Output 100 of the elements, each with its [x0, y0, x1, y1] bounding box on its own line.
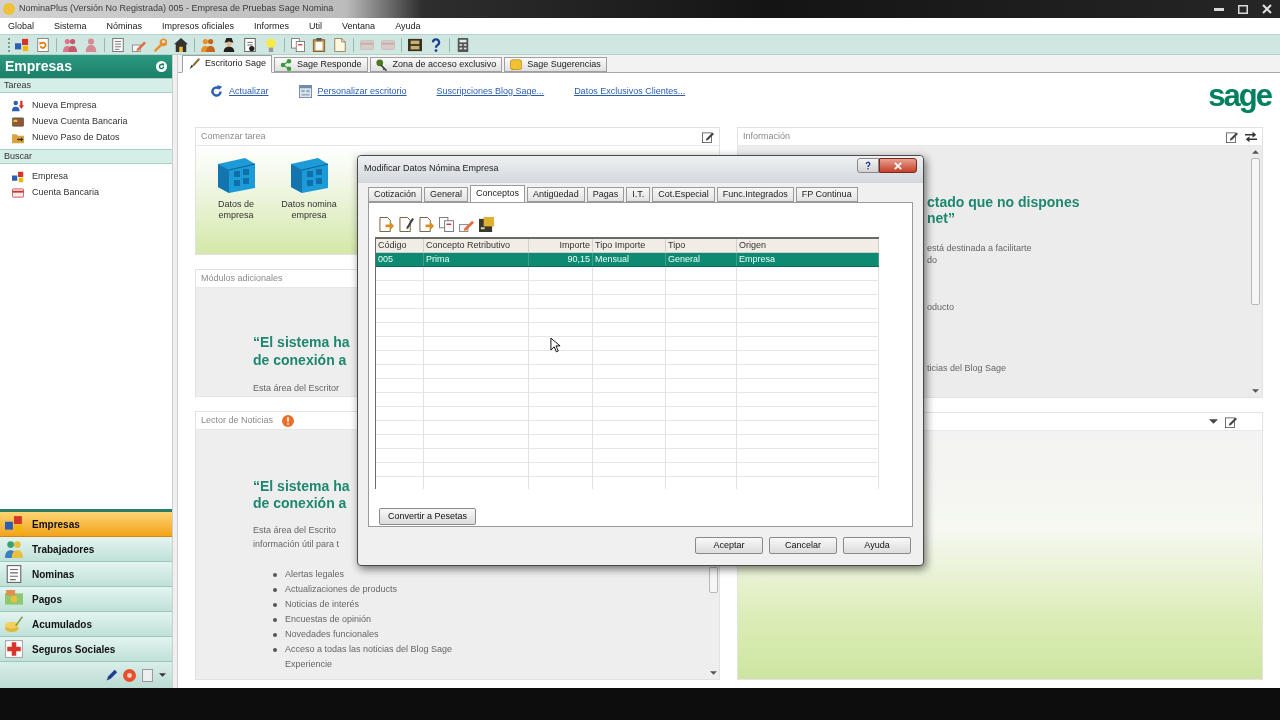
sidebar-item[interactable]: Nueva Empresa — [12, 98, 99, 114]
copy-icon[interactable] — [439, 217, 454, 232]
tab[interactable]: FP Continua — [795, 187, 858, 202]
cabinet-icon[interactable] — [479, 217, 494, 232]
scrollbar-thumb[interactable] — [708, 567, 718, 593]
bullet-icon — [273, 603, 277, 607]
nav-button[interactable]: Pagos — [0, 587, 172, 612]
tab[interactable]: Zona de acceso exclusivo — [369, 57, 503, 72]
caret-up-icon[interactable] — [1251, 150, 1259, 154]
tab[interactable]: Cot.Especial — [652, 187, 715, 202]
column-header[interactable]: Concepto Retributivo — [424, 239, 529, 252]
caret-down-icon[interactable] — [709, 671, 717, 675]
edit-icon[interactable] — [1226, 130, 1238, 143]
menu-item[interactable]: Util — [309, 20, 323, 32]
sidebar-item[interactable]: Nueva Cuenta Bancaria — [12, 114, 130, 130]
tab[interactable]: Conceptos — [470, 185, 526, 203]
pencil-icon[interactable] — [105, 668, 118, 682]
convert-button[interactable]: Convertir a Pesetas — [379, 508, 477, 526]
brush-icon — [188, 58, 200, 70]
calculator-icon[interactable] — [456, 37, 470, 52]
page-arrow-icon[interactable] — [419, 217, 434, 232]
edit-icon[interactable] — [702, 130, 714, 143]
bullet-icon — [273, 648, 277, 652]
menu-item[interactable]: Sistema — [54, 20, 87, 32]
column-header[interactable]: Importe — [529, 239, 593, 252]
column-header[interactable]: Tipo — [666, 239, 737, 252]
page-arrow-icon[interactable] — [379, 217, 394, 232]
disc-icon[interactable] — [123, 668, 136, 682]
sidebar-item[interactable]: Cuenta Bancaria — [12, 185, 102, 201]
banknote-icon — [5, 590, 23, 608]
link[interactable]: Actualizar — [229, 85, 269, 99]
tab[interactable]: Pagas — [586, 187, 625, 202]
sidebar-item[interactable]: Nuevo Paso de Datos — [12, 130, 122, 146]
people-icon[interactable] — [201, 37, 215, 52]
page-icon[interactable] — [333, 37, 347, 52]
caret-down-icon[interactable] — [1251, 389, 1259, 393]
window-icon[interactable] — [298, 85, 312, 99]
page-edit-icon[interactable] — [399, 217, 414, 232]
menu-item[interactable]: Informes — [254, 20, 290, 32]
sidebar-item[interactable]: Empresa — [12, 169, 70, 185]
close-icon — [894, 161, 902, 170]
nav-button[interactable]: Seguros Sociales — [0, 637, 172, 662]
tab[interactable]: General — [424, 187, 469, 202]
tab[interactable]: Cotización — [368, 187, 423, 202]
nav-button[interactable]: Trabajadores — [0, 537, 172, 562]
menu-item[interactable]: Ventana — [342, 20, 376, 32]
link[interactable]: Personalizar escritorio — [317, 85, 407, 99]
link[interactable]: Suscripciones Blog Sage... — [436, 85, 545, 99]
nav-button[interactable]: Nominas — [0, 562, 172, 587]
help-button[interactable] — [857, 158, 879, 173]
maximize-icon[interactable] — [1238, 4, 1248, 14]
caret-down-icon[interactable] — [159, 673, 166, 677]
help-icon[interactable] — [429, 37, 443, 52]
film-icon[interactable] — [408, 37, 422, 52]
minimize-icon[interactable] — [1214, 7, 1224, 11]
table-cell: Mensual — [593, 253, 666, 266]
tab[interactable]: Sage Sugerencias — [504, 57, 607, 72]
box-icon[interactable] — [215, 156, 257, 194]
column-header[interactable]: Origen — [737, 239, 879, 252]
tab[interactable]: Antigüedad — [527, 187, 585, 202]
copy-icon[interactable] — [291, 37, 305, 52]
refresh-icon[interactable] — [210, 85, 223, 99]
person-icon[interactable] — [222, 37, 236, 52]
cubes-icon[interactable] — [15, 37, 29, 52]
dialog-button[interactable]: Cancelar — [769, 537, 837, 554]
menu-item[interactable]: Impresos oficiales — [162, 20, 235, 32]
tile-label[interactable]: Datos de empresa — [204, 199, 268, 221]
close-icon[interactable] — [1262, 4, 1272, 14]
box-icon[interactable] — [288, 156, 330, 194]
column-header[interactable]: Tipo Importe — [593, 239, 666, 252]
menu-item[interactable]: Ayuda — [395, 20, 421, 32]
tab[interactable]: Sage Responde — [274, 57, 368, 72]
window-title: NominaPlus (Versión No Registrada) 005 - Empresa de Pruebas Sage Nomina — [19, 2, 334, 16]
menu-item[interactable]: Global — [8, 20, 34, 32]
column-header[interactable]: Código — [376, 239, 424, 252]
table-cell: 90,15 — [529, 253, 593, 266]
swap-arrows-icon[interactable] — [1245, 130, 1257, 143]
close-button[interactable] — [879, 158, 917, 173]
tab[interactable]: Escritorio Sage — [182, 55, 273, 73]
nav-button[interactable]: Empresas — [0, 512, 172, 537]
mouse-pointer-icon — [550, 337, 561, 353]
nav-button[interactable]: Acumulados — [0, 612, 172, 637]
edit-icon[interactable] — [1225, 415, 1237, 428]
scrollbar-thumb[interactable] — [1250, 158, 1260, 305]
caret-down-icon[interactable] — [1209, 419, 1218, 424]
tab[interactable]: I.T. — [626, 187, 651, 202]
document-icon[interactable] — [243, 37, 257, 52]
tile-label[interactable]: Datos nomina empresa — [277, 199, 341, 221]
page-refresh-icon[interactable] — [36, 37, 50, 52]
menu-item[interactable]: Nóminas — [106, 20, 143, 32]
tab[interactable]: Func.Integrados — [716, 187, 794, 202]
dialog-button[interactable]: Aceptar — [695, 537, 763, 554]
card-icon — [12, 187, 24, 199]
clipboard-icon[interactable] — [312, 37, 326, 52]
circle-arrow-icon[interactable] — [156, 61, 167, 72]
link[interactable]: Datos Exclusivos Clientes... — [574, 85, 686, 99]
table-row[interactable]: 005 Prima 90,15 Mensual General Empresa — [376, 253, 879, 267]
house-icon[interactable] — [174, 37, 188, 52]
people-icon[interactable] — [63, 37, 77, 52]
dialog-button[interactable]: Ayuda — [843, 537, 911, 554]
